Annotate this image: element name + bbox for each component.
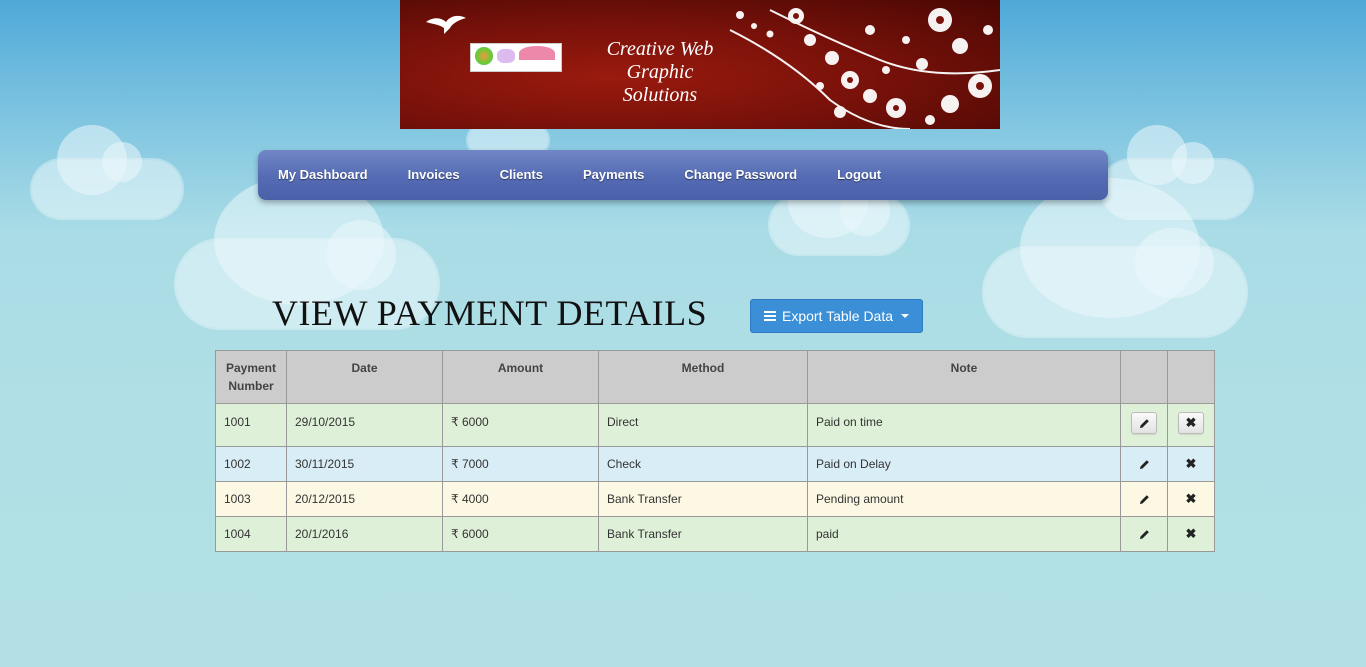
export-table-data-button[interactable]: Export Table Data xyxy=(750,299,923,333)
table-row: 1002 30/11/2015 ₹ 7000 Check Paid on Del… xyxy=(215,446,1215,482)
cell-date: 20/1/2016 xyxy=(286,516,443,552)
nav-item-logout[interactable]: Logout xyxy=(817,150,901,200)
background-cloud xyxy=(32,125,182,218)
cell-payment-number: 1002 xyxy=(215,446,287,482)
column-header-edit xyxy=(1120,350,1168,404)
background-cloud xyxy=(984,178,1246,336)
caret-down-icon xyxy=(901,314,910,318)
cell-method: Check xyxy=(598,446,808,482)
close-icon: ✖ xyxy=(1185,526,1197,541)
close-icon: ✖ xyxy=(1185,415,1197,430)
pencil-icon xyxy=(1139,495,1149,505)
cell-note: Paid on Delay xyxy=(807,446,1121,482)
nav-item-invoices[interactable]: Invoices xyxy=(388,150,480,200)
cell-payment-number: 1001 xyxy=(215,403,287,447)
delete-button[interactable]: ✖ xyxy=(1167,516,1215,552)
cell-amount: ₹ 6000 xyxy=(442,516,599,552)
pencil-icon xyxy=(1139,530,1149,540)
edit-button[interactable] xyxy=(1120,446,1168,482)
cell-method: Direct xyxy=(598,403,808,447)
column-header-method: Method xyxy=(598,350,808,404)
table-row: 1004 20/1/2016 ₹ 6000 Bank Transfer paid… xyxy=(215,516,1215,552)
banner-title-line: Solutions xyxy=(622,84,698,106)
export-button-label: Export Table Data xyxy=(781,308,894,324)
edit-button[interactable] xyxy=(1120,516,1168,552)
list-icon xyxy=(763,309,776,323)
floral-decoration xyxy=(729,8,1000,129)
company-logo xyxy=(470,43,562,72)
nav-item-payments[interactable]: Payments xyxy=(563,150,664,200)
banner-title-line: Creative Web xyxy=(606,38,714,60)
column-header-delete xyxy=(1167,350,1215,404)
close-icon: ✖ xyxy=(1185,491,1197,506)
background-cloud xyxy=(770,168,908,254)
nav-item-my-dashboard[interactable]: My Dashboard xyxy=(258,150,388,200)
close-icon: ✖ xyxy=(1185,456,1197,471)
column-header-amount: Amount xyxy=(442,350,599,404)
table-row: 1003 20/12/2015 ₹ 4000 Bank Transfer Pen… xyxy=(215,481,1215,517)
pencil-icon xyxy=(1139,460,1149,470)
edit-button[interactable] xyxy=(1131,412,1157,434)
cell-method: Bank Transfer xyxy=(598,481,808,517)
cell-date: 20/12/2015 xyxy=(286,481,443,517)
banner-title-line: Graphic xyxy=(626,61,694,83)
delete-button[interactable]: ✖ xyxy=(1178,412,1204,434)
column-header-date: Date xyxy=(286,350,443,404)
cell-method: Bank Transfer xyxy=(598,516,808,552)
cell-payment-number: 1004 xyxy=(215,516,287,552)
delete-button[interactable]: ✖ xyxy=(1167,446,1215,482)
background-cloud xyxy=(1102,125,1252,218)
cell-date: 30/11/2015 xyxy=(286,446,443,482)
table-row: 1001 29/10/2015 ₹ 6000 Direct Paid on ti… xyxy=(215,403,1215,447)
cell-date: 29/10/2015 xyxy=(286,403,443,447)
cell-note: Pending amount xyxy=(807,481,1121,517)
cell-payment-number: 1003 xyxy=(215,481,287,517)
edit-button[interactable] xyxy=(1120,481,1168,517)
pencil-icon xyxy=(1139,419,1149,429)
header-banner: Creative Web Graphic Solutions xyxy=(400,0,1000,129)
cell-delete: ✖ xyxy=(1167,403,1215,447)
banner-title: Creative Web Graphic Solutions xyxy=(590,38,730,107)
cell-note: Paid on time xyxy=(807,403,1121,447)
column-header-payment-number: Payment Number xyxy=(215,350,287,404)
cell-note: paid xyxy=(807,516,1121,552)
column-header-note: Note xyxy=(807,350,1121,404)
nav-item-change-password[interactable]: Change Password xyxy=(664,150,817,200)
nav-item-clients[interactable]: Clients xyxy=(480,150,563,200)
cell-amount: ₹ 4000 xyxy=(442,481,599,517)
table-header-row: Payment Number Date Amount Method Note xyxy=(215,350,1215,404)
delete-button[interactable]: ✖ xyxy=(1167,481,1215,517)
cell-amount: ₹ 7000 xyxy=(442,446,599,482)
cell-amount: ₹ 6000 xyxy=(442,403,599,447)
payments-table: Payment Number Date Amount Method Note 1… xyxy=(215,350,1215,552)
cell-edit xyxy=(1120,403,1168,447)
main-navbar: My Dashboard Invoices Clients Payments C… xyxy=(258,150,1108,200)
page-title: VIEW PAYMENT DETAILS xyxy=(272,293,708,333)
bird-icon xyxy=(426,15,466,34)
